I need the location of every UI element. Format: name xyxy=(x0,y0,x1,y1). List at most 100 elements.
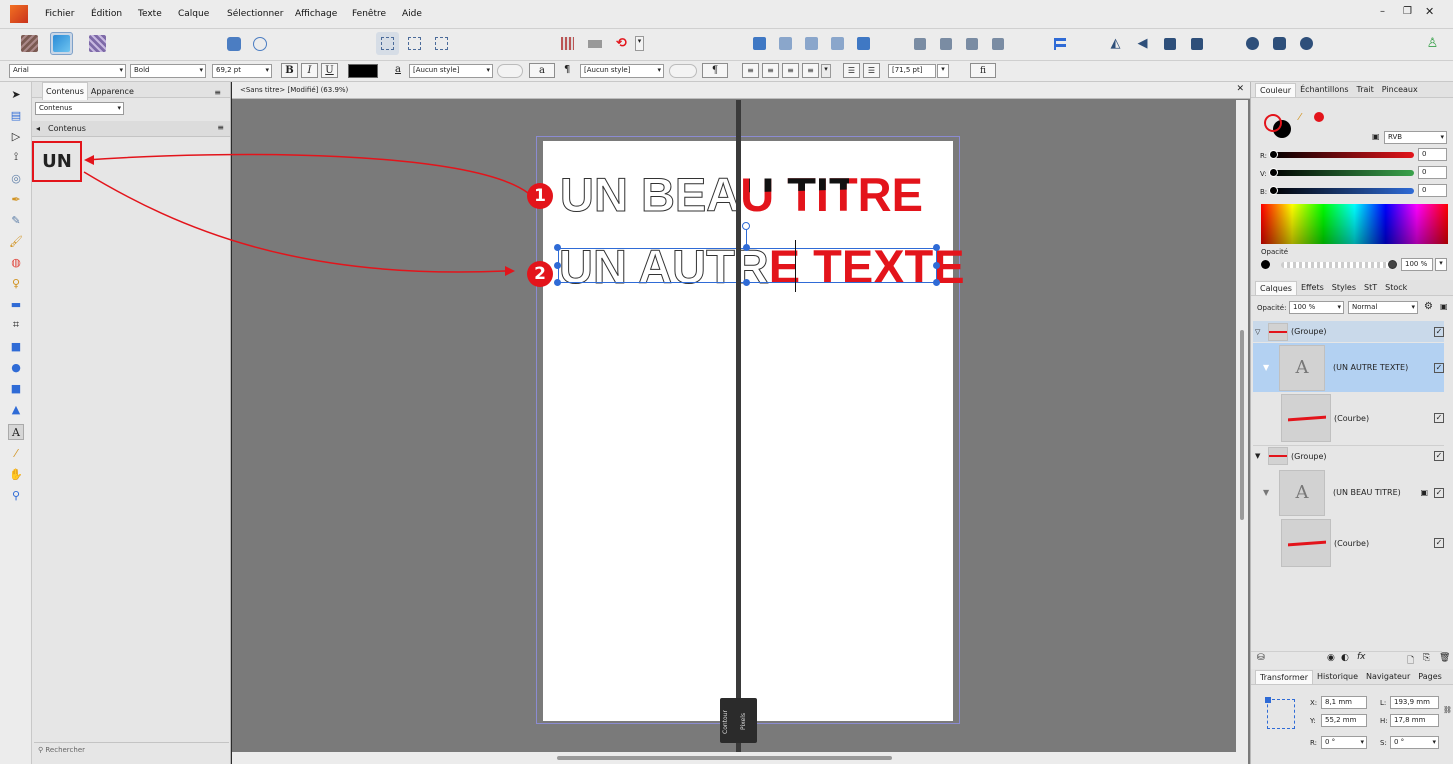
tab-couleur[interactable]: Couleur xyxy=(1255,82,1297,97)
contents-section-header[interactable]: ◂ Contenus ≡ xyxy=(32,121,230,137)
duplicate-icon[interactable]: ⎘ xyxy=(1423,653,1430,663)
g-slider-knob[interactable] xyxy=(1269,168,1278,177)
pixel-persona-icon[interactable] xyxy=(86,32,109,55)
boolean-group-icon[interactable] xyxy=(1241,32,1264,55)
visibility-checkbox[interactable]: ✓ xyxy=(1434,487,1444,498)
menu-aide[interactable]: Aide xyxy=(402,9,422,19)
visibility-checkbox[interactable]: ✓ xyxy=(1434,326,1444,337)
leading-dropdown[interactable]: ▾ xyxy=(937,64,949,78)
user-account-icon[interactable]: ♙ xyxy=(1421,32,1444,55)
italic-button[interactable]: I xyxy=(301,63,318,78)
visibility-checkbox[interactable]: ✓ xyxy=(1434,413,1444,423)
tab-stt[interactable]: StT xyxy=(1360,283,1381,292)
horizontal-scrollbar[interactable] xyxy=(232,752,1236,764)
horizontal-scroll-thumb[interactable] xyxy=(557,756,892,760)
select-inside-icon[interactable] xyxy=(403,32,426,55)
mask-icon[interactable]: ◉ xyxy=(1327,653,1335,663)
contour-tool-icon[interactable]: ◎ xyxy=(8,170,24,186)
tab-navigateur[interactable]: Navigateur xyxy=(1362,672,1414,681)
tab-echantillons[interactable]: Échantillons xyxy=(1296,85,1352,94)
para-button[interactable]: ¶ xyxy=(702,63,728,78)
triangle-tool-icon[interactable]: ▲ xyxy=(8,401,24,417)
select-all-icon[interactable] xyxy=(376,32,399,55)
transparency-tool-icon[interactable]: ♀ xyxy=(8,275,24,291)
vertical-scroll-thumb[interactable] xyxy=(1240,330,1244,520)
h-input[interactable]: 17,8 mm xyxy=(1390,714,1439,727)
pencil-tool-icon[interactable]: ✎ xyxy=(8,212,24,228)
align-right-button[interactable]: ≡ xyxy=(782,63,799,78)
fx-icon[interactable]: fx xyxy=(1357,652,1366,662)
document-tab[interactable]: <Sans titre> [Modifié] (63.9%) ✕ xyxy=(232,82,1250,99)
close-icon[interactable]: ✕ xyxy=(1425,5,1434,18)
layer-row-curve-2[interactable]: (Courbe) ✓ xyxy=(1253,518,1444,568)
resize-handle-bc[interactable] xyxy=(743,279,750,286)
b-slider-knob[interactable] xyxy=(1269,186,1278,195)
selection-box[interactable] xyxy=(558,248,937,283)
crop-tool-icon[interactable]: ⌗ xyxy=(8,317,24,333)
move-tool-icon[interactable]: ➤ xyxy=(8,86,24,102)
artboard-tool-icon[interactable]: ▤ xyxy=(8,107,24,123)
expand-icon[interactable]: ▼ xyxy=(1255,452,1265,460)
layer-row-text-beau[interactable]: ▼ A (UN BEAU TITRE) ▣ ✓ xyxy=(1253,468,1444,517)
brush-tool-icon[interactable]: 🖌 xyxy=(8,233,24,249)
menu-edition[interactable]: Édition xyxy=(91,9,122,19)
font-family-select[interactable]: Arial xyxy=(9,64,126,78)
adjustment-icon[interactable]: ◐ xyxy=(1341,653,1349,663)
bool-divide-icon[interactable] xyxy=(852,32,875,55)
align-center-button[interactable]: ≡ xyxy=(762,63,779,78)
para-style-select[interactable]: [Aucun style] xyxy=(580,64,664,78)
collapse-icon[interactable]: ◂ xyxy=(36,124,40,133)
visibility-checkbox[interactable]: ✓ xyxy=(1434,451,1444,461)
menu-texte[interactable]: Texte xyxy=(138,9,162,19)
flip-vertical-icon[interactable]: ◀ xyxy=(1131,32,1154,55)
layer-lock-icon[interactable]: ▣ xyxy=(1440,302,1448,311)
align-dropdown[interactable]: ▾ xyxy=(821,64,831,78)
panel-menu-icon[interactable]: ≡ xyxy=(211,84,224,101)
menu-selectionner[interactable]: Sélectionner xyxy=(227,9,283,19)
menu-fichier[interactable]: Fichier xyxy=(45,9,74,19)
rotate-handle[interactable] xyxy=(742,222,750,230)
x-input[interactable]: 8,1 mm xyxy=(1321,696,1367,709)
color-mode-select[interactable]: RVB xyxy=(1384,131,1447,144)
no-snapping-icon[interactable] xyxy=(248,32,271,55)
layer-row-curve-1[interactable]: (Courbe) ✓ xyxy=(1253,393,1444,443)
rotate-right-icon[interactable] xyxy=(1185,32,1208,55)
number-list-button[interactable]: ☰ xyxy=(863,63,880,78)
menu-affichage[interactable]: Affichage xyxy=(295,9,337,19)
underline-button[interactable]: U xyxy=(321,63,338,78)
tab-styles[interactable]: Styles xyxy=(1328,283,1360,292)
arrange-front-icon[interactable] xyxy=(986,32,1009,55)
b-value[interactable]: 0 xyxy=(1418,184,1447,197)
link-icon[interactable]: ⛓ xyxy=(1443,706,1452,714)
text-color-swatch[interactable] xyxy=(348,64,378,78)
resize-handle-tr[interactable] xyxy=(933,244,940,251)
opacity-slider[interactable] xyxy=(1281,262,1393,268)
arrange-backward-icon[interactable] xyxy=(934,32,957,55)
font-style-select[interactable]: Bold xyxy=(130,64,206,78)
close-document-icon[interactable]: ✕ xyxy=(1236,84,1244,94)
ellipse-tool-icon[interactable]: ● xyxy=(8,359,24,375)
lock-icon[interactable]: ▣ xyxy=(1372,132,1380,141)
section-menu-icon[interactable]: ≡ xyxy=(217,123,224,132)
expand-icon[interactable]: ▼ xyxy=(1263,488,1273,497)
menu-fenetre[interactable]: Fenêtre xyxy=(352,9,386,19)
tab-historique[interactable]: Historique xyxy=(1313,672,1362,681)
layer-row-group-1[interactable]: ▽ (Groupe) ✓ xyxy=(1253,321,1444,342)
grid-icon[interactable] xyxy=(556,32,579,55)
restore-icon[interactable]: ❐ xyxy=(1403,6,1412,17)
visibility-checkbox[interactable]: ✓ xyxy=(1434,538,1444,548)
title-text[interactable]: UN BEAU TITRE xyxy=(559,169,922,220)
tab-apparence[interactable]: Apparence xyxy=(88,83,137,100)
rotate-left-icon[interactable] xyxy=(1158,32,1181,55)
tab-stock[interactable]: Stock xyxy=(1381,283,1411,292)
minimize-icon[interactable]: – xyxy=(1380,6,1385,17)
add-layer-icon[interactable]: 🗋 xyxy=(1407,653,1414,669)
canvas-area[interactable]: <Sans titre> [Modifié] (63.9%) ✕ UN BEAU … xyxy=(232,82,1250,764)
shear-input[interactable]: 0 ° xyxy=(1390,736,1439,749)
insert-inside-icon[interactable] xyxy=(1268,32,1291,55)
align-left-button[interactable]: ≡ xyxy=(742,63,759,78)
expand-icon[interactable]: ▽ xyxy=(1255,328,1265,336)
recent-color[interactable] xyxy=(1314,112,1324,122)
anchor-active[interactable] xyxy=(1265,697,1271,703)
resize-handle-tc[interactable] xyxy=(743,244,750,251)
